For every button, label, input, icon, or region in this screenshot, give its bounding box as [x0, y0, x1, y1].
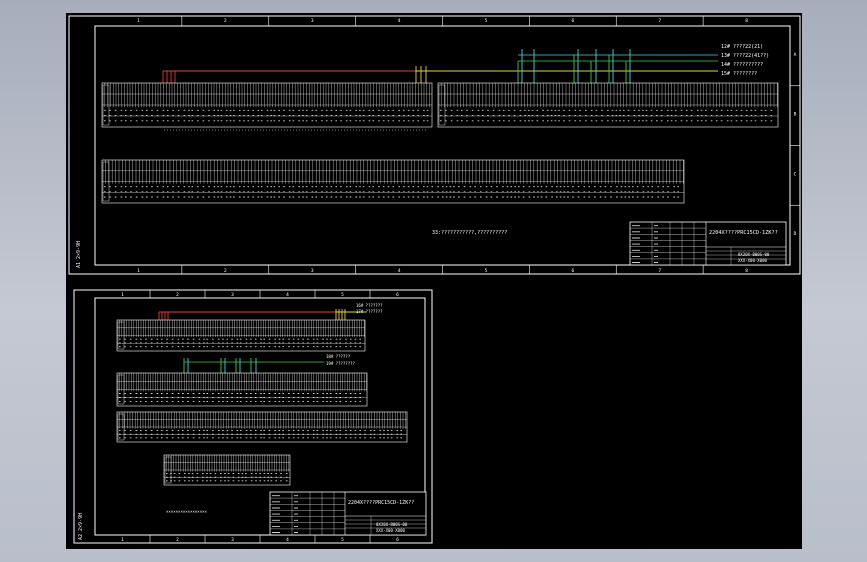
- legend-text: ???????: [366, 303, 383, 308]
- zone-letter: D: [794, 231, 797, 237]
- strip-cells: [438, 83, 778, 117]
- zone-number: 2: [224, 268, 227, 274]
- svg-text:13# ????22(41??): 13# ????22(41??): [721, 53, 769, 59]
- strip-text: [440, 109, 773, 122]
- strip-cells: [102, 83, 432, 117]
- zone-number: 1: [137, 18, 140, 24]
- zone-number: 6: [571, 18, 574, 24]
- sheet-1[interactable]: 1 1 2 2 3 3 4 4 5 5 6 6 7 7 8 8 A B C D A1 2×9-9H 12# ????2…: [68, 15, 801, 275]
- sheet1-wires: [163, 54, 718, 72]
- strip-text: [166, 473, 288, 482]
- legend-text: ???????: [366, 309, 383, 314]
- legend-tag: 13#: [721, 53, 730, 59]
- zone-number: 4: [398, 268, 401, 274]
- strip-cells: [117, 320, 365, 344]
- cad-canvas[interactable]: 1 1 2 2 3 3 4 4 5 5 6 6 7 7 8 8 A B C D A1 2×9-9H 12# ????2…: [66, 13, 802, 549]
- terminal-strip-x1: [101, 82, 433, 128]
- svg-text:16# ???????: 16# ???????: [356, 303, 383, 308]
- zone-number: 3: [231, 537, 234, 543]
- sheet1-terminal-strips: [101, 82, 779, 204]
- zone-letter: B: [794, 112, 797, 118]
- terminal-strip-y1: [116, 319, 366, 352]
- svg-text:15# ????????: 15# ????????: [721, 71, 757, 77]
- sheet1-side-label: A1 2×9-9H: [76, 241, 82, 268]
- sheet2-drawing-number: 8X20X-B00S-00: [376, 522, 408, 527]
- strip-text: [119, 338, 361, 348]
- strip-cells: [164, 455, 290, 478]
- svg-text:14# ??????????: 14# ??????????: [721, 62, 763, 68]
- zone-number: 1: [137, 268, 140, 274]
- sheet2-title-block[interactable]: 2204X????PRC15CD-1ZK?? 8X20X-B00S-00 XXX…: [269, 491, 427, 536]
- zone-number: 4: [286, 537, 289, 543]
- sheet1-drawing-number: 8X20X-B00S-00: [738, 252, 770, 257]
- sheet2-title: 2204X????PRC15CD-1ZK??: [348, 500, 414, 506]
- legend-text: ??????????: [733, 62, 763, 68]
- sheet2-sub-number: XXX-X00-X000: [376, 528, 405, 533]
- zone-number: 6: [396, 292, 399, 298]
- zone-letter: C: [794, 171, 797, 177]
- zone-number: 3: [231, 292, 234, 298]
- zone-number: 5: [341, 292, 344, 298]
- sheet1-title-block[interactable]: 2204X????PRC15CD-1ZK?? 8X20X-B00S-00 XXX…: [629, 221, 787, 266]
- zone-number: 6: [396, 537, 399, 543]
- sheet2-side-label: A2 2×9-9H: [78, 513, 84, 540]
- legend-tag: 19#: [326, 361, 334, 366]
- svg-text:18# ??????: 18# ??????: [326, 354, 351, 359]
- zone-number: 8: [745, 268, 748, 274]
- zone-number: 1: [121, 292, 124, 298]
- legend-tag: 15#: [721, 71, 730, 77]
- zone-number: 2: [176, 537, 179, 543]
- terminal-strip-x3: [101, 159, 685, 204]
- zone-number: 3: [311, 18, 314, 24]
- terminal-strip-y4: [163, 454, 291, 486]
- zone-number: 5: [341, 537, 344, 543]
- strip-cells: [117, 373, 367, 398]
- zone-number: 5: [485, 268, 488, 274]
- legend-text: ????22(41??): [733, 53, 769, 59]
- terminal-strip-x2: [437, 82, 779, 128]
- zone-number: 7: [658, 18, 661, 24]
- legend-text: ????????: [336, 361, 356, 366]
- strip-text: [119, 393, 361, 402]
- sheet1-sub-number: XXX-X00-X000: [738, 258, 767, 263]
- legend-tag: 14#: [721, 62, 730, 68]
- sheet2-terminal-strips: [116, 319, 408, 486]
- strip-text: [104, 186, 679, 198]
- svg-text:12# ????22(21): 12# ????22(21): [721, 44, 763, 50]
- strip-cells: [117, 412, 407, 435]
- legend-tag: 16#: [356, 303, 364, 308]
- terminal-strip-y3: [116, 411, 408, 443]
- sheet1-center-note: 33:???????????,??????????: [432, 230, 507, 236]
- zone-number: 2: [176, 292, 179, 298]
- zone-number: 3: [311, 268, 314, 274]
- strip-cells: [102, 160, 684, 193]
- legend-tag: 17#: [356, 309, 364, 314]
- legend-tag: 18#: [326, 354, 334, 359]
- sheet2-wire-drops: [158, 309, 346, 373]
- legend-text: ??????: [336, 354, 351, 359]
- zone-number: 7: [658, 268, 661, 274]
- zone-number: 2: [224, 18, 227, 24]
- zone-number: 5: [485, 18, 488, 24]
- sheet1-wire-legend: 12# ????22(21) 13# ????22(41??) 14# ????…: [721, 44, 769, 77]
- drawing-viewport[interactable]: 1 1 2 2 3 3 4 4 5 5 6 6 7 7 8 8 A B C D A1 2×9-9H 12# ????2…: [66, 13, 802, 549]
- zone-number: 6: [571, 268, 574, 274]
- zone-letter: A: [794, 52, 797, 58]
- sheet-2[interactable]: 1 1 2 2 3 3 4 4 5 5 6 6 A2 2×9-9H 16# ??????? 17# ?…: [73, 289, 433, 544]
- svg-text:17# ???????: 17# ???????: [356, 309, 383, 314]
- legend-tag: 12#: [721, 44, 730, 50]
- zone-number: 4: [286, 292, 289, 298]
- zone-number: 1: [121, 537, 124, 543]
- svg-text:19# ????????: 19# ????????: [326, 361, 356, 366]
- sheet1-wire-drops: [162, 49, 631, 83]
- strip-text: [119, 430, 402, 439]
- zone-number: 4: [398, 18, 401, 24]
- strip-text: [104, 109, 429, 122]
- legend-text: ????22(21): [733, 44, 763, 50]
- sheet2-bottom-note: ×××××××××××××××××: [166, 509, 208, 514]
- legend-text: ????????: [733, 71, 757, 77]
- terminal-strip-y2: [116, 372, 368, 407]
- sheet1-title: 2204X????PRC15CD-1ZK??: [709, 230, 778, 236]
- zone-number: 8: [745, 18, 748, 24]
